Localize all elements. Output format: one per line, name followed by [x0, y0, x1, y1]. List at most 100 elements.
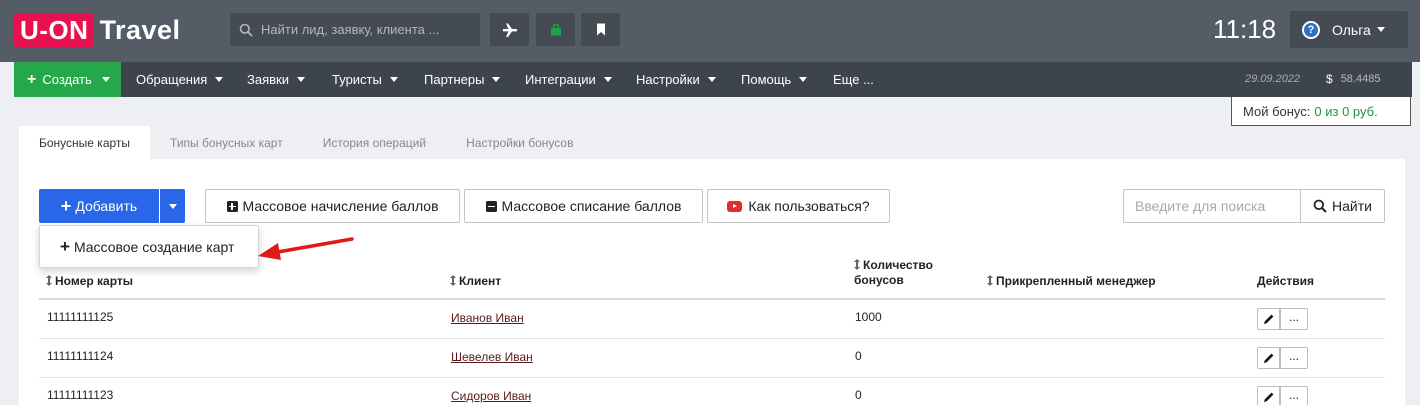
column-header-label: Номер карты	[55, 274, 134, 288]
chevron-down-icon	[389, 77, 398, 82]
nav-item-more[interactable]: Еще ...	[833, 62, 874, 97]
tab-bonus-card-types[interactable]: Типы бонусных карт	[150, 126, 303, 159]
currency-rate-value: 58.4485	[1340, 73, 1381, 85]
nav-item-label: Интеграции	[525, 72, 596, 87]
sort-icon	[450, 275, 456, 286]
current-date: 29.09.2022	[1245, 73, 1301, 85]
bookmark-button[interactable]	[581, 13, 620, 46]
pencil-icon	[1263, 392, 1273, 402]
nav-item-label: Помощь	[741, 72, 792, 87]
chevron-down-icon	[799, 77, 808, 82]
mass-debit-label: Массовое списание баллов	[501, 198, 682, 214]
mass-credit-label: Массовое начисление баллов	[242, 198, 439, 214]
flights-button[interactable]	[490, 13, 529, 46]
user-name: Ольга	[1332, 21, 1371, 38]
client-link[interactable]: Шевелев Иван	[451, 350, 533, 364]
mass-credit-button[interactable]: Массовое начисление баллов	[205, 189, 460, 223]
create-button[interactable]: + Создать	[14, 62, 121, 97]
column-header-label: бонусов	[854, 273, 904, 287]
sort-icon	[987, 275, 993, 286]
bonus-tabs: Бонусные карты Типы бонусных карт Истори…	[19, 126, 593, 159]
nav-item-orders[interactable]: Заявки	[247, 62, 305, 97]
card-search-input[interactable]	[1123, 189, 1301, 223]
column-header-label: Клиент	[459, 274, 502, 288]
plus-icon: +	[60, 196, 72, 216]
search-button-label: Найти	[1332, 198, 1372, 214]
app-logo[interactable]: U-ON Travel	[14, 13, 181, 47]
user-menu[interactable]: ? Ольга	[1290, 11, 1408, 48]
tab-bonus-settings[interactable]: Настройки бонусов	[446, 126, 593, 159]
logo-text: Travel	[99, 14, 181, 45]
my-bonus-label: Мой бонус:	[1243, 103, 1311, 119]
mass-create-cards-label: Массовое создание карт	[73, 238, 235, 255]
youtube-icon	[727, 200, 743, 212]
search-icon	[239, 23, 253, 37]
more-actions-button[interactable]: ...	[1280, 308, 1308, 330]
bag-button[interactable]	[536, 13, 575, 46]
bonus-count-cell: 1000	[855, 310, 882, 324]
nav-item-help[interactable]: Помощь	[741, 62, 808, 97]
global-search-placeholder: Найти лид, заявку, клиента ...	[261, 22, 440, 37]
mass-debit-button[interactable]: Массовое списание баллов	[464, 189, 703, 223]
plus-icon: +	[27, 70, 37, 88]
edit-button[interactable]	[1257, 347, 1280, 369]
column-header-card-number[interactable]: Номер карты	[46, 274, 133, 289]
nav-item-label: Обращения	[136, 72, 208, 87]
column-header-actions: Действия	[1257, 274, 1315, 288]
mass-create-cards-menu-item[interactable]: + Массовое создание карт	[39, 225, 259, 268]
help-icon[interactable]: ?	[1302, 20, 1320, 39]
plus-square-icon	[226, 200, 238, 212]
table-header-divider	[39, 298, 1385, 300]
dollar-icon: $	[1326, 72, 1333, 86]
how-to-use-button[interactable]: Как пользоваться?	[707, 189, 890, 223]
minus-square-icon	[485, 200, 497, 212]
tab-operations-history[interactable]: История операций	[303, 126, 446, 159]
column-header-manager[interactable]: Прикрепленный менеджер	[987, 274, 1156, 289]
column-header-label: Количество	[863, 258, 933, 272]
chevron-down-icon	[603, 77, 612, 82]
bonus-count-cell: 0	[855, 388, 862, 402]
my-bonus-value: 0 из 0 руб.	[1314, 103, 1378, 119]
edit-button[interactable]	[1257, 308, 1280, 330]
sort-icon	[46, 275, 52, 286]
logo-mark: U-ON	[14, 13, 95, 47]
column-header-client[interactable]: Клиент	[450, 274, 501, 289]
pencil-icon	[1263, 353, 1273, 363]
column-header-label: Прикрепленный менеджер	[996, 274, 1156, 288]
chevron-down-icon	[1376, 27, 1385, 32]
column-header-bonus-count[interactable]: Количество бонусов	[854, 258, 933, 288]
top-bar: U-ON Travel Найти лид, заявку, клиента .…	[0, 0, 1420, 62]
search-icon	[1313, 199, 1327, 213]
more-actions-button[interactable]: ...	[1280, 347, 1308, 369]
nav-item-label: Туристы	[332, 72, 382, 87]
more-actions-button[interactable]: ...	[1280, 386, 1308, 405]
chevron-down-icon	[168, 203, 177, 209]
card-number-cell: 11111111125	[47, 310, 114, 324]
nav-item-partners[interactable]: Партнеры	[424, 62, 501, 97]
airplane-icon	[502, 23, 517, 37]
add-dropdown-toggle[interactable]	[160, 189, 185, 223]
nav-item-requests[interactable]: Обращения	[136, 62, 224, 97]
clock: 11:18	[1213, 14, 1277, 44]
global-search-input[interactable]: Найти лид, заявку, клиента ...	[230, 13, 480, 46]
currency-rate[interactable]: $ 58.4485	[1326, 72, 1380, 86]
tab-bonus-cards[interactable]: Бонусные карты	[19, 126, 151, 159]
nav-item-tourists[interactable]: Туристы	[332, 62, 398, 97]
bookmark-icon	[596, 23, 605, 36]
main-nav: + Создать Обращения Заявки Туристы Партн…	[14, 62, 1412, 97]
my-bonus: Мой бонус: 0 из 0 руб.	[1231, 97, 1411, 126]
add-button[interactable]: + Добавить	[39, 189, 159, 223]
chevron-down-icon	[101, 77, 110, 82]
plus-icon: +	[60, 237, 70, 256]
nav-item-integrations[interactable]: Интеграции	[525, 62, 612, 97]
create-label: Создать	[42, 72, 92, 87]
search-button[interactable]: Найти	[1300, 189, 1385, 223]
client-link[interactable]: Иванов Иван	[451, 311, 524, 325]
nav-item-settings[interactable]: Настройки	[636, 62, 716, 97]
edit-button[interactable]	[1257, 386, 1280, 405]
card-number-cell: 11111111124	[47, 349, 114, 363]
nav-item-label: Партнеры	[424, 72, 485, 87]
client-link[interactable]: Сидоров Иван	[451, 389, 531, 403]
pencil-icon	[1263, 314, 1273, 324]
nav-item-label: Настройки	[636, 72, 700, 87]
